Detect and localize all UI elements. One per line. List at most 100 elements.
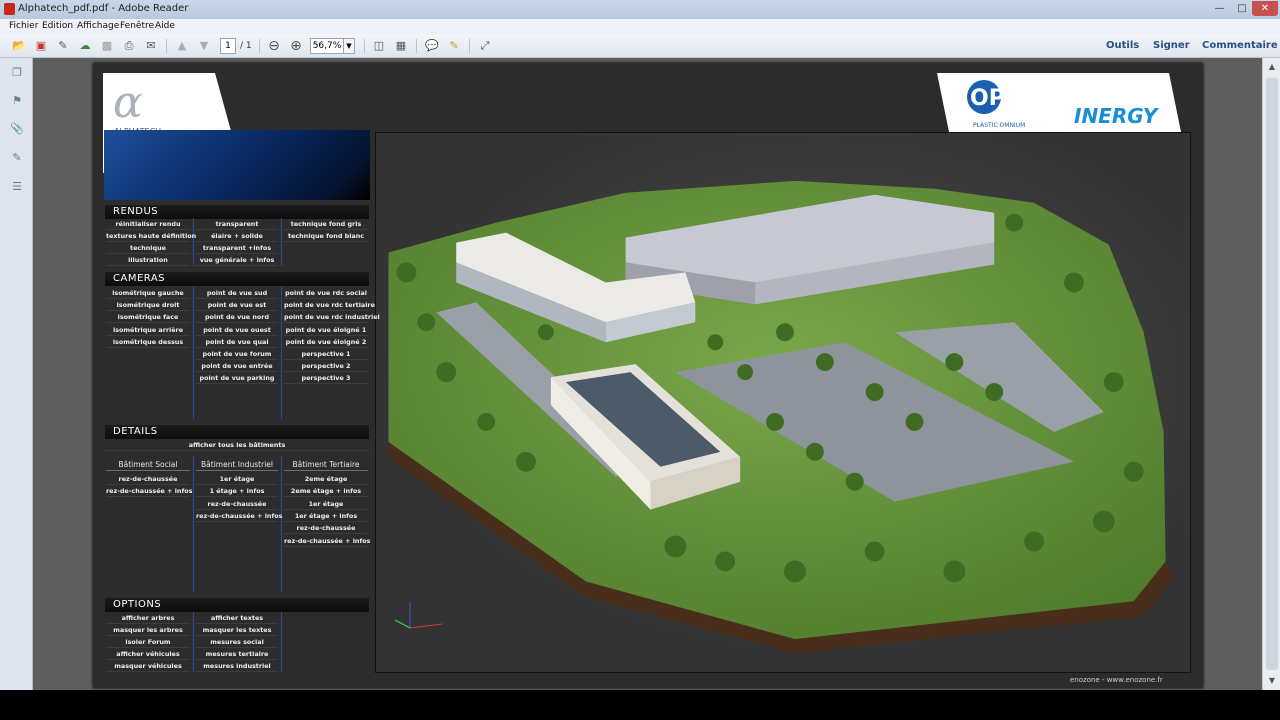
menu-fichier[interactable]: Fichier	[9, 21, 38, 31]
fit-width-icon[interactable]: ▦	[393, 38, 409, 54]
chevron-down-icon[interactable]: ▼	[343, 38, 355, 54]
vertical-scrollbar[interactable]: ▲ ▼	[1262, 58, 1280, 690]
menu-aide[interactable]: Aide	[155, 21, 175, 31]
cameras-option-button[interactable]: point de vue rdc industriel	[284, 312, 380, 324]
details-option-button[interactable]: rez-de-chaussée	[106, 474, 190, 485]
details-option-button[interactable]: 1er étage	[284, 499, 368, 510]
details-option-button[interactable]: rez-de-chaussée	[196, 499, 278, 510]
details-option-button[interactable]: rez-de-chaussée + infos	[106, 486, 192, 498]
options-option-button[interactable]: masquer les textes	[196, 625, 278, 637]
adobe-reader-icon	[4, 3, 15, 15]
details-option-button[interactable]: 2eme étage	[284, 474, 368, 485]
tools-button[interactable]: Outils	[1106, 40, 1139, 51]
rendus-option-button[interactable]: élaire + solide	[196, 231, 278, 242]
page-number-input[interactable]: 1	[220, 38, 236, 54]
toolbar-separator	[469, 39, 470, 53]
next-page-icon[interactable]: ▼	[196, 38, 212, 54]
details-option-button[interactable]: 1 étage + infos	[196, 486, 278, 498]
options-option-button[interactable]: mesures tertiaire	[196, 649, 278, 661]
options-option-button[interactable]: isoler Forum	[106, 637, 190, 649]
email-icon[interactable]: ✉	[143, 38, 159, 54]
create-icon[interactable]: ▣	[33, 38, 49, 54]
menu-affichage[interactable]: Affichage	[77, 21, 119, 31]
maximize-button[interactable]: □	[1232, 1, 1252, 16]
cameras-option-button[interactable]: point de vue est	[196, 300, 278, 312]
scroll-thumb[interactable]	[1266, 78, 1278, 670]
edit-icon[interactable]: ✎	[55, 38, 71, 54]
close-button[interactable]: ✕	[1252, 1, 1278, 16]
cameras-option-button[interactable]: perspective 1	[284, 349, 368, 360]
rendus-option-button[interactable]: technique	[106, 243, 190, 254]
cameras-option-button[interactable]: perspective 2	[284, 361, 368, 373]
fullscreen-icon[interactable]: ⤢	[477, 38, 493, 54]
cameras-option-button[interactable]: point de vue quai	[196, 337, 278, 348]
details-option-button[interactable]: rez-de-chaussée + infos	[284, 536, 370, 547]
sign-button[interactable]: Signer	[1153, 40, 1190, 51]
details-option-button[interactable]: 1er étage	[196, 474, 278, 485]
layers-icon[interactable]: ☰	[10, 180, 24, 194]
bookmark-icon[interactable]: ⚑	[10, 94, 24, 108]
open-icon[interactable]: 📂	[11, 38, 27, 54]
options-option-button[interactable]: afficher arbres	[106, 613, 190, 624]
cameras-option-button[interactable]: point de vue forum	[196, 349, 278, 360]
cameras-option-button[interactable]: point de vue entrée	[196, 361, 278, 373]
signature-icon[interactable]: ✎	[10, 151, 24, 165]
pages-icon[interactable]: ❐	[10, 66, 24, 80]
cameras-option-button[interactable]: point de vue nord	[196, 312, 278, 324]
cameras-option-button[interactable]: point de vue rdc tertiaire	[284, 300, 375, 312]
cameras-option-button[interactable]: isométrique face	[106, 312, 190, 324]
3d-model-viewport[interactable]	[375, 132, 1191, 673]
scroll-down-icon[interactable]: ▼	[1263, 672, 1280, 690]
details-option-button[interactable]: rez-de-chaussée	[284, 523, 368, 535]
cameras-option-button[interactable]: point de vue sud	[196, 288, 278, 299]
toolbar-separator	[166, 39, 167, 53]
cameras-option-button[interactable]: point de vue parking	[196, 373, 278, 385]
options-option-button[interactable]: masquer les arbres	[106, 625, 190, 637]
cameras-option-button[interactable]: isométrique dessus	[106, 337, 190, 348]
minimize-button[interactable]: —	[1207, 1, 1232, 16]
taskbar	[0, 690, 1280, 720]
zoom-out-icon[interactable]: ⊖	[266, 38, 282, 54]
save-icon[interactable]: ▩	[99, 38, 115, 54]
comment-button[interactable]: Commentaire	[1202, 40, 1278, 51]
print-icon[interactable]: ⎙	[121, 38, 137, 54]
attachment-icon[interactable]: 📎	[10, 122, 24, 136]
cameras-option-button[interactable]: point de vue ouest	[196, 325, 278, 336]
cameras-option-button[interactable]: isométrique gauche	[106, 288, 190, 299]
details-option-button[interactable]: 2eme étage + infos	[284, 486, 368, 498]
upload-icon[interactable]: ☁	[77, 38, 93, 54]
scroll-up-icon[interactable]: ▲	[1263, 58, 1280, 76]
rendus-option-button[interactable]: réinitialiser rendu	[106, 219, 190, 230]
menu-edition[interactable]: Edition	[42, 21, 73, 31]
details-option-button[interactable]: rez-de-chaussée + infos	[196, 511, 282, 522]
cameras-option-button[interactable]: point de vue éloigné 2	[284, 337, 368, 348]
rendus-option-button[interactable]: illustration	[106, 255, 190, 266]
cameras-option-button[interactable]: isométrique droit	[106, 300, 190, 312]
options-option-button[interactable]: mesures industriel	[196, 661, 278, 673]
rendus-option-button[interactable]: transparent +infos	[196, 243, 278, 254]
cameras-option-button[interactable]: isométrique arrière	[106, 325, 190, 336]
options-option-button[interactable]: mesures social	[196, 637, 278, 649]
rendus-option-button[interactable]: technique fond blanc	[284, 231, 368, 242]
rendus-option-button[interactable]: textures haute définition	[106, 231, 196, 242]
cameras-option-button[interactable]: point de vue éloigné 1	[284, 325, 368, 336]
zoom-input[interactable]: 56,7%	[310, 38, 344, 54]
rendus-option-button[interactable]: transparent	[196, 219, 278, 230]
menu-fenetre[interactable]: Fenêtre	[120, 21, 154, 31]
cameras-option-button[interactable]: perspective 3	[284, 373, 368, 385]
options-option-button[interactable]: masquer véhicules	[106, 661, 190, 673]
zoom-in-icon[interactable]: ⊕	[288, 38, 304, 54]
options-option-button[interactable]: afficher véhicules	[106, 649, 190, 661]
rendus-option-button[interactable]: technique fond gris	[284, 219, 368, 230]
tertiary-building-heading: Bâtiment Tertiaire	[284, 459, 368, 471]
prev-page-icon[interactable]: ▲	[174, 38, 190, 54]
fit-page-icon[interactable]: ◫	[371, 38, 387, 54]
options-option-button[interactable]: afficher textes	[196, 613, 278, 624]
show-all-buildings-button[interactable]: afficher tous les bâtiments	[105, 440, 369, 451]
details-option-button[interactable]: 1er étage + infos	[284, 511, 368, 522]
comment-icon[interactable]: 💬	[424, 38, 440, 54]
column-divider	[281, 218, 282, 266]
cameras-option-button[interactable]: point de vue rdc social	[284, 288, 368, 299]
highlight-icon[interactable]: ✎	[446, 38, 462, 54]
rendus-option-button[interactable]: vue générale + infos	[196, 255, 278, 266]
